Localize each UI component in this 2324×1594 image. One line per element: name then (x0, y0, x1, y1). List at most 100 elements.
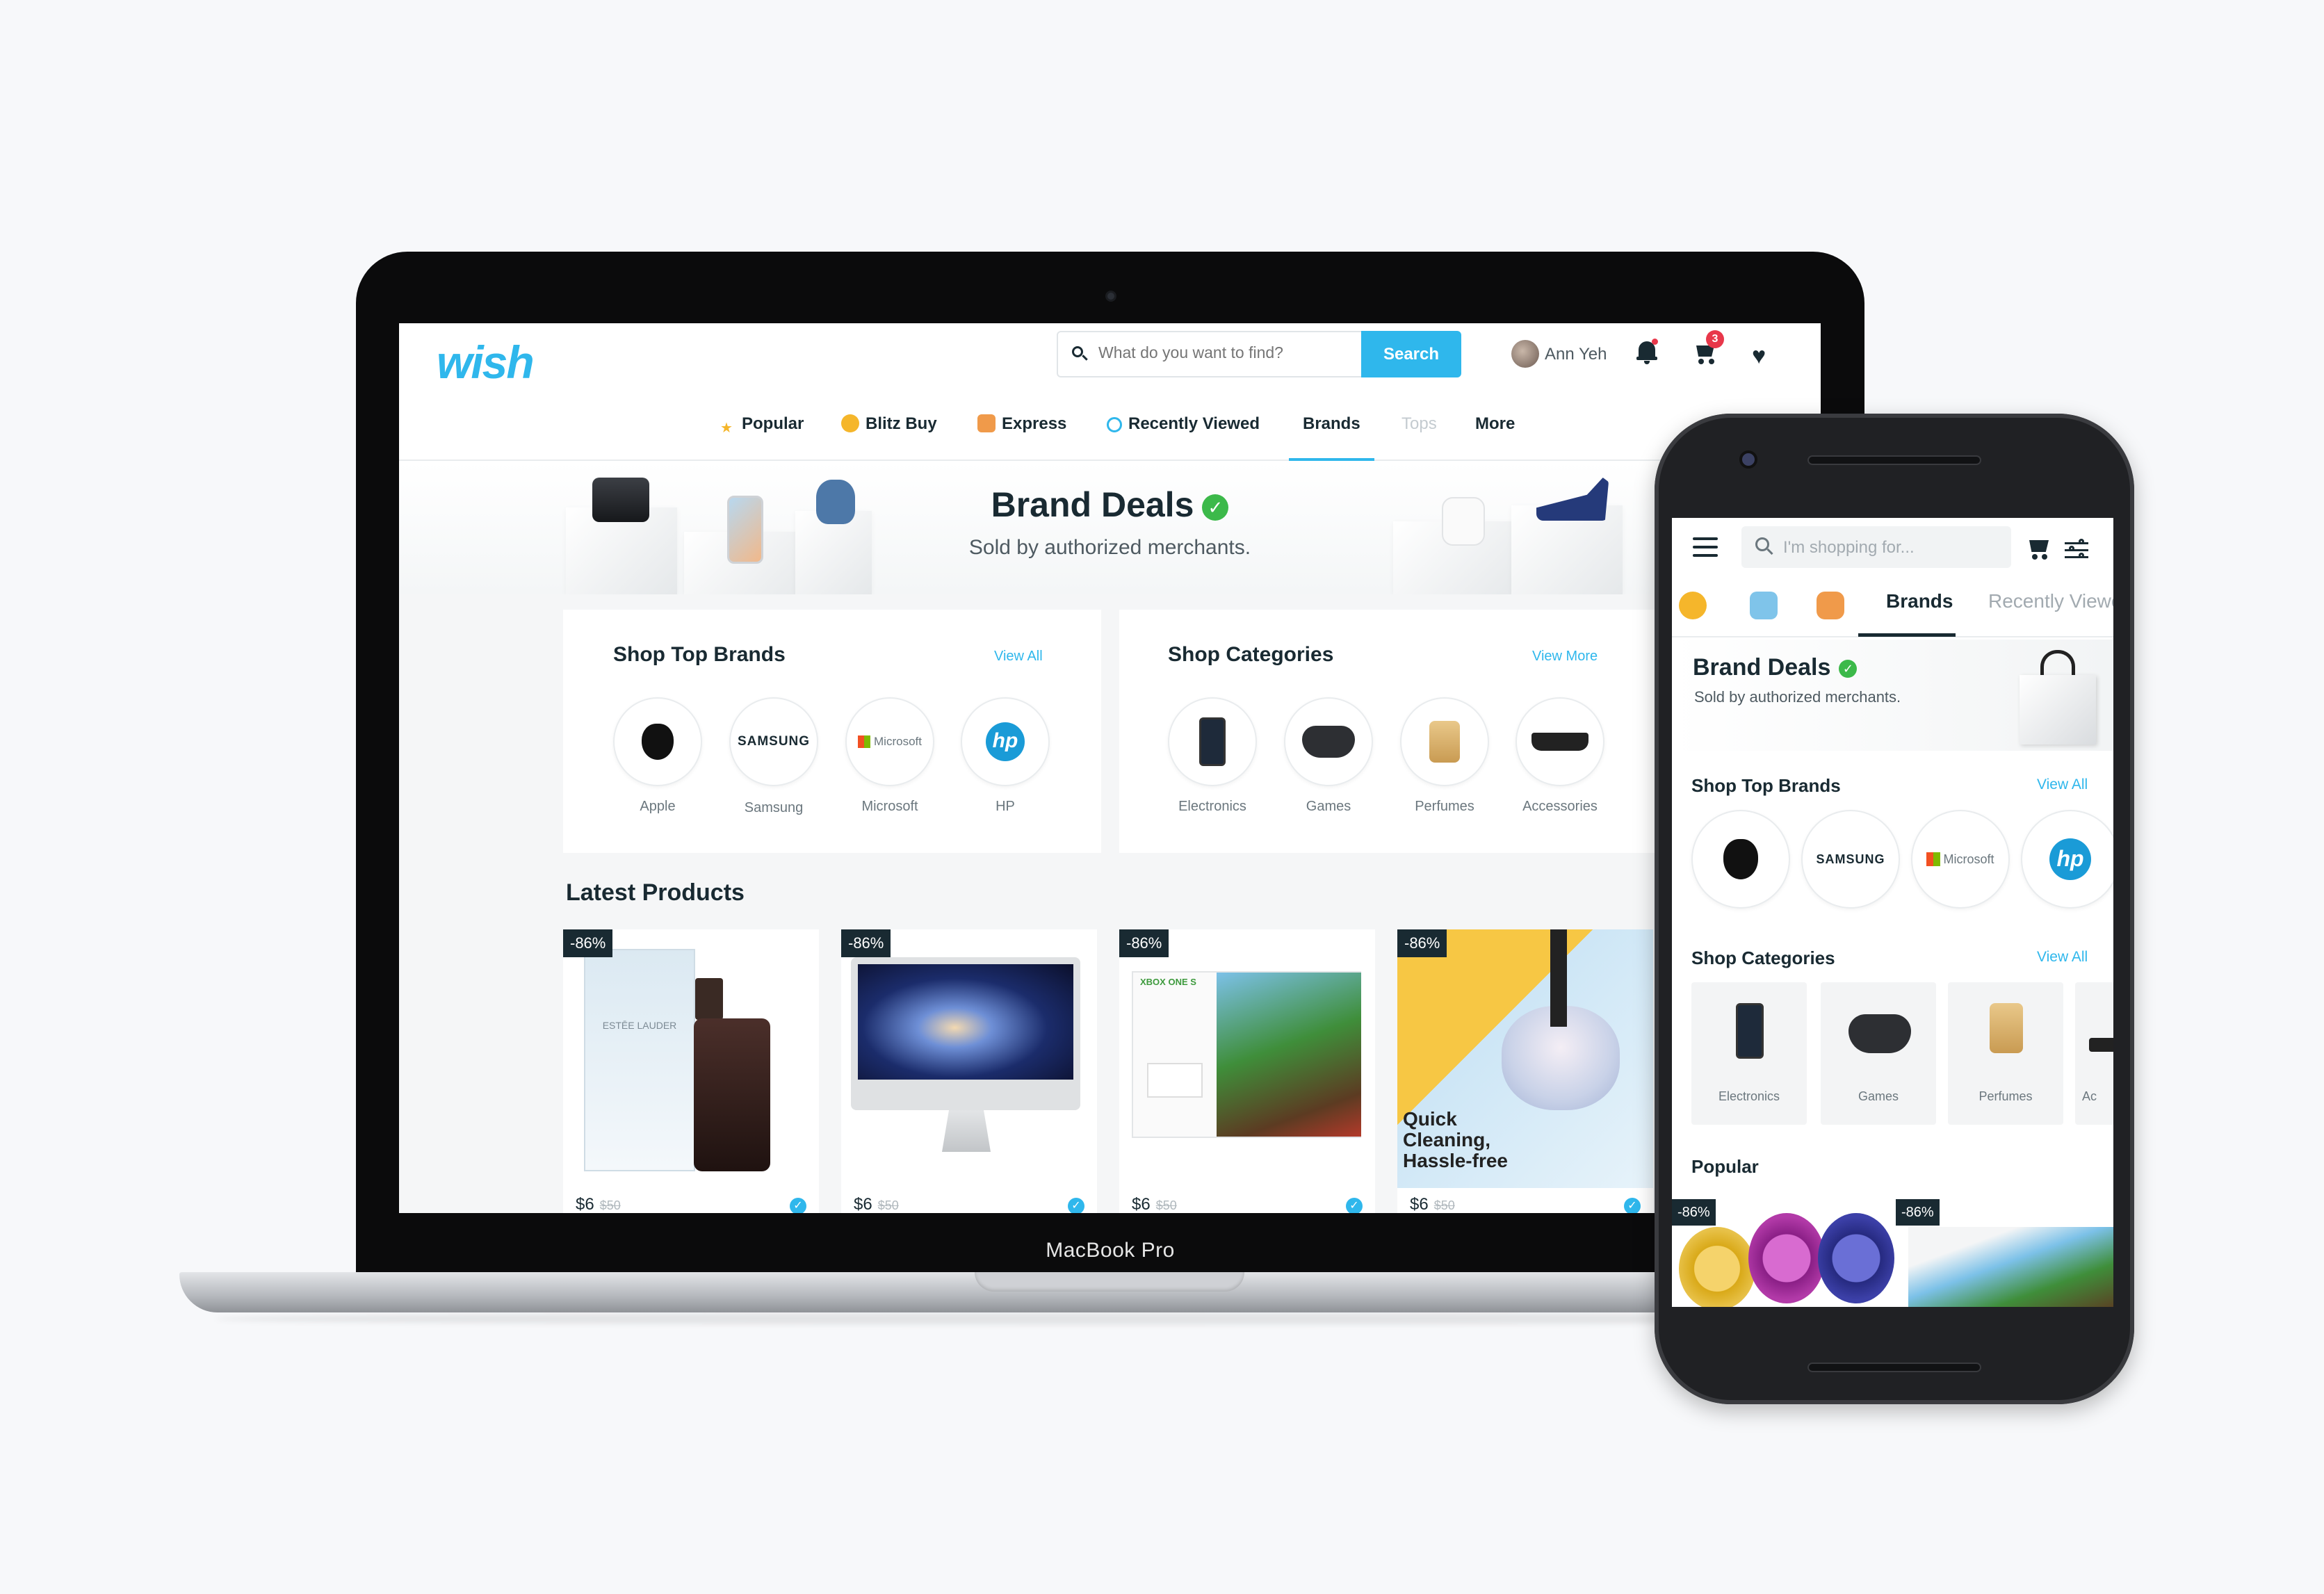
filter-icon[interactable] (2065, 539, 2090, 560)
perfume-icon (1429, 721, 1460, 763)
product-image: XBOX ONE S (1132, 971, 1361, 1138)
phone-category-games[interactable]: Games (1821, 982, 1936, 1125)
wish-logo[interactable]: wish (437, 336, 535, 389)
search-input[interactable] (1098, 343, 1349, 362)
latest-products-title: Latest Products (566, 879, 745, 906)
laptop-camera (1105, 291, 1116, 302)
samsung-logo: SAMSUNG (1816, 852, 1885, 866)
phone-category-electronics[interactable]: Electronics (1691, 982, 1807, 1125)
category-label: Perfumes (1415, 799, 1474, 814)
discount-badge: -86% (563, 929, 613, 957)
nav-brands[interactable]: Brands (1289, 398, 1374, 461)
search-button[interactable]: Search (1361, 331, 1461, 377)
product-image: Quick Cleaning, Hassle-free (1397, 929, 1653, 1188)
product-price: $6 $50 (1410, 1195, 1455, 1213)
phone-view-all-categories-link[interactable]: View All (2037, 949, 2088, 966)
watch-product-image[interactable] (1748, 1213, 1825, 1303)
user-name[interactable]: Ann Yeh (1545, 345, 1607, 364)
nav-blitz-buy[interactable]: Blitz Buy (841, 398, 937, 461)
top-brands-title: Shop Top Brands (613, 643, 786, 666)
apple-icon (642, 724, 674, 760)
product-image-brush (1550, 929, 1567, 1027)
search-box[interactable] (1057, 331, 1363, 377)
phone-view-all-brands-link[interactable]: View All (2037, 776, 2088, 793)
avatar[interactable] (1511, 340, 1539, 368)
bell-icon[interactable] (1636, 339, 1658, 365)
product-brand-text: ESTĒE LAUDER (602, 1020, 677, 1031)
brand-microsoft[interactable]: Microsoft (845, 697, 934, 786)
discount-badge: -86% (1896, 1199, 1940, 1226)
phone-screen: I'm shopping for... Brands Recently View… (1672, 518, 2113, 1307)
tab-recently-viewed[interactable]: Recently Viewed (1988, 590, 2113, 612)
sunglasses-icon (2089, 1038, 2113, 1052)
microsoft-logo: Microsoft (874, 735, 922, 748)
hero-subtitle: Sold by authorized merchants. (968, 536, 1251, 559)
apple-icon (1723, 839, 1758, 879)
product-card[interactable]: ESTĒE LAUDER -86% $6 $50 ✓ (563, 929, 819, 1213)
category-label: Games (1858, 1089, 1899, 1103)
phone-brand-microsoft[interactable]: Microsoft (1911, 810, 2010, 909)
phone-category-perfumes[interactable]: Perfumes (1948, 982, 2063, 1125)
product-image (694, 1018, 770, 1171)
category-perfumes[interactable] (1400, 697, 1489, 786)
product-image (942, 1110, 991, 1152)
view-all-brands-link[interactable]: View All (994, 649, 1043, 665)
nav-popular[interactable]: ★ Popular (717, 398, 804, 461)
samsung-logo: SAMSUNG (737, 734, 811, 749)
verified-check-icon: ✓ (790, 1198, 806, 1213)
box-icon[interactable] (1750, 592, 1778, 619)
tab-brands[interactable]: Brands (1886, 590, 1953, 612)
category-games[interactable] (1284, 697, 1373, 786)
phone-popular-strip: -86% -86% (1672, 1199, 2113, 1307)
star-icon: ★ (720, 421, 733, 436)
nav-recently-viewed[interactable]: Recently Viewed (1107, 398, 1260, 461)
search-icon (1755, 537, 1773, 555)
brand-samsung[interactable]: SAMSUNG (729, 697, 818, 786)
brand-hp[interactable]: hp (961, 697, 1050, 786)
brand-apple[interactable] (613, 697, 702, 786)
product-image (851, 957, 1080, 1110)
phone-brand-hp[interactable]: hp (2021, 810, 2113, 909)
nav-express[interactable]: Express (977, 398, 1066, 461)
shopping-bag-image (2013, 650, 2103, 745)
nav-more[interactable]: More (1475, 398, 1515, 461)
product-price: $6 $50 (576, 1195, 621, 1213)
phone-category-accessories[interactable]: Ac (2075, 982, 2113, 1125)
phone-top-brands-title: Shop Top Brands (1691, 775, 1841, 796)
phone-icon (1199, 717, 1226, 766)
discount-badge: -86% (1672, 1199, 1716, 1226)
watch-product-image[interactable] (1679, 1227, 1755, 1307)
search-icon (1072, 346, 1088, 361)
product-card[interactable]: Quick Cleaning, Hassle-free -86% $6 $50 ✓ (1397, 929, 1653, 1213)
nav-tops[interactable]: Tops (1401, 398, 1437, 461)
heart-icon[interactable]: ♥ (1752, 344, 1766, 368)
product-image-art (1217, 973, 1361, 1137)
watch-product-image[interactable] (1818, 1213, 1894, 1303)
phone-hero-title: Brand Deals ✓ (1693, 654, 1858, 681)
discount-badge: -86% (1119, 929, 1169, 957)
phone-icon (1736, 1003, 1764, 1059)
product-price: $6 $50 (1132, 1195, 1177, 1213)
verified-check-icon: ✓ (1624, 1198, 1641, 1213)
coin-icon[interactable] (1679, 592, 1707, 619)
product-card[interactable]: -86% $6 $50 ✓ (841, 929, 1097, 1213)
phone-hero-subtitle: Sold by authorized merchants. (1694, 688, 1901, 706)
laptop-model-label: MacBook Pro (1046, 1239, 1175, 1262)
laptop-screen: wish Search Ann Yeh 3 ♥ ★Popular Blitz B… (399, 323, 1821, 1213)
phone-speaker (1807, 1363, 1981, 1372)
category-accessories[interactable] (1516, 697, 1604, 786)
phone-brand-apple[interactable] (1691, 810, 1790, 909)
product-image: ESTĒE LAUDER (584, 949, 695, 1171)
phone-brand-samsung[interactable]: SAMSUNG (1801, 810, 1900, 909)
phone-search-input[interactable]: I'm shopping for... (1783, 538, 1915, 558)
category-electronics[interactable] (1168, 697, 1257, 786)
xbox-product-image[interactable] (1908, 1227, 2113, 1307)
product-card[interactable]: XBOX ONE S -86% $6 $50 ✓ (1119, 929, 1375, 1213)
category-label: Electronics (1718, 1089, 1780, 1103)
clock-icon (1107, 417, 1122, 432)
truck-icon[interactable] (1817, 592, 1844, 619)
cart-icon[interactable] (2026, 539, 2051, 561)
view-more-categories-link[interactable]: View More (1532, 649, 1598, 665)
hamburger-menu-icon[interactable] (1693, 537, 1718, 557)
laptop-notch (975, 1272, 1244, 1292)
